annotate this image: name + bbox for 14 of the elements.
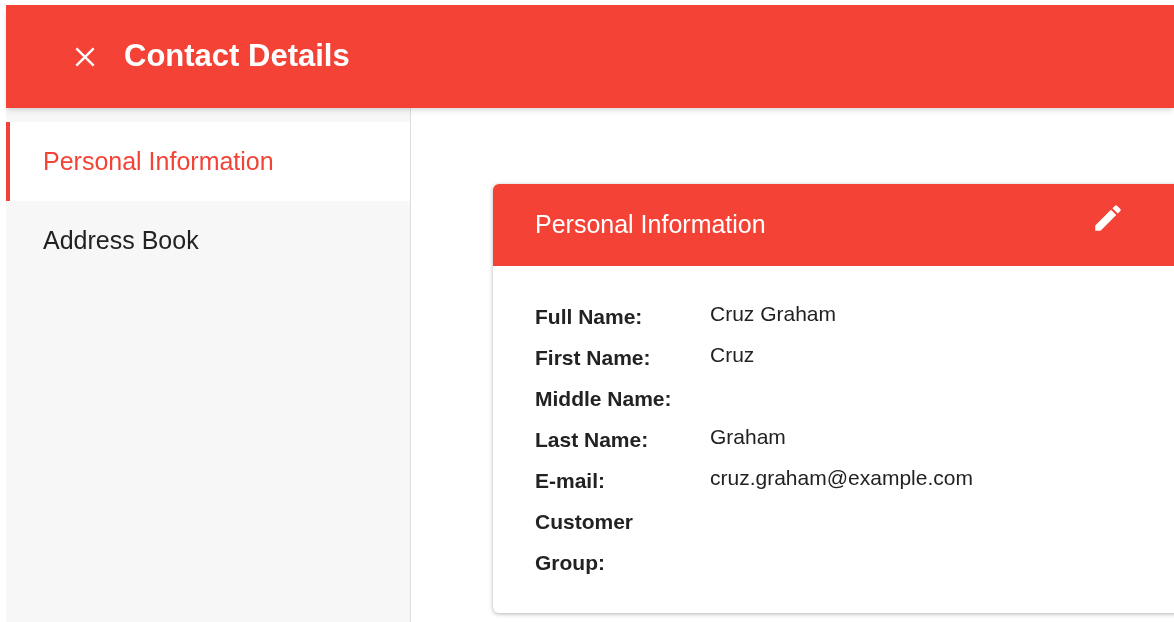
field-label: Customer Group: [535,509,635,576]
header-title: Contact Details [124,37,350,76]
card-title: Personal Information [535,209,766,241]
field-value: Cruz Graham [710,301,837,327]
field-label: Last Name: [535,427,650,453]
field-value: cruz.graham@example.com [710,465,973,491]
field-value: Graham [710,424,786,450]
field-label: First Name: [535,345,652,371]
field-label: Full Name: [535,304,644,330]
sidebar-item[interactable]: Address Book [6,201,410,280]
sidebar-item[interactable]: Personal Information [6,122,410,201]
field-value: Cruz [710,342,755,368]
field-label: Middle Name: [535,386,673,412]
field-label: E-mail: [535,468,606,494]
